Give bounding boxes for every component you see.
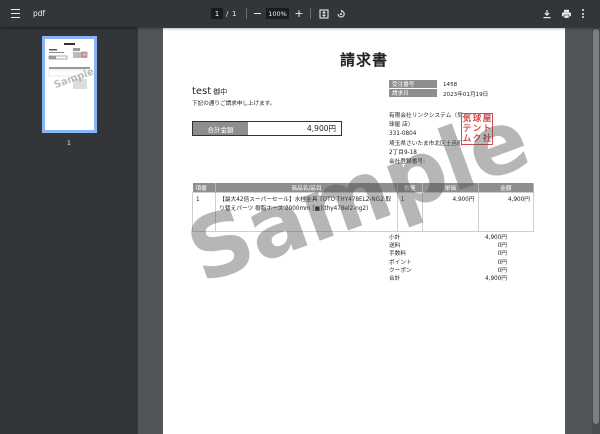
invoice-title: 請求書 bbox=[339, 51, 388, 69]
page-separator: / bbox=[226, 9, 229, 18]
summary-row: 合計 4,900円 bbox=[389, 275, 507, 283]
summary-label: 送料 bbox=[389, 243, 401, 250]
table-header-row: 項番 商品名/品目 数量 単価 金額 bbox=[192, 183, 534, 193]
company-name: 有限会社リンクシステム（気球屋 店） bbox=[389, 113, 463, 129]
thumbnail-page-number: 1 bbox=[66, 139, 72, 147]
summary-label: 小計 bbox=[389, 235, 401, 241]
page-thumbnail[interactable]: Sample bbox=[42, 36, 97, 133]
print-icon bbox=[561, 9, 571, 19]
header-amount: 金額 bbox=[478, 183, 534, 193]
rotate-button[interactable] bbox=[335, 0, 347, 27]
summary-row: 小計 4,900円 bbox=[389, 234, 507, 242]
row-unit-price: 4,900円 bbox=[422, 192, 479, 232]
meta-row: 受注番号 1458 bbox=[389, 80, 488, 89]
summary-value: 0円 bbox=[497, 267, 507, 274]
company-address: 埼玉県さいたま市北区土呂町2丁目9-18 bbox=[389, 140, 463, 156]
customer-name-text: test bbox=[192, 86, 212, 97]
fit-to-page-icon bbox=[319, 8, 329, 19]
meta-row: 請求日 2023年01月19日 bbox=[389, 89, 488, 98]
print-button[interactable] bbox=[560, 0, 572, 27]
page-number-input[interactable]: 1 bbox=[211, 8, 223, 19]
summary-label: 合計 bbox=[389, 276, 401, 283]
summary-row: 送料 0円 bbox=[389, 242, 507, 250]
company-info: 有限会社リンクシステム（気球屋 店） 331-0804 埼玉県さいたま市北区土呂… bbox=[389, 112, 465, 167]
company-seal-stamp: 気球屋 テント ムク社 bbox=[461, 113, 493, 145]
summary-value: 0円 bbox=[497, 243, 507, 250]
fit-page-button[interactable] bbox=[318, 0, 330, 27]
order-number-value: 1458 bbox=[443, 81, 458, 88]
page-total: 1 bbox=[232, 9, 237, 18]
rotate-icon bbox=[337, 9, 345, 18]
scrollbar-thumb[interactable] bbox=[593, 29, 599, 424]
total-amount-box: 合計金額 4,900円 bbox=[192, 121, 342, 136]
total-amount-label: 合計金額 bbox=[193, 122, 248, 135]
invoice-date-label: 請求日 bbox=[389, 89, 437, 97]
items-table: 項番 商品名/品目 数量 単価 金額 1 【最大42倍スーパーセール】水栓金具 … bbox=[191, 183, 534, 232]
summary-row: ポイント 0円 bbox=[389, 259, 507, 267]
summary-value: 4,900円 bbox=[485, 276, 507, 283]
header-quantity: 数量 bbox=[397, 183, 424, 193]
summary-label: クーポン bbox=[389, 267, 412, 274]
menu-icon[interactable] bbox=[8, 0, 22, 27]
toolbar-divider bbox=[310, 8, 311, 19]
pdf-page: 請求書 test 御中 下記の通りご請求申し上げます。 合計金額 4,900円 受… bbox=[163, 28, 565, 434]
company-registration: 会社登録番号: bbox=[389, 159, 426, 166]
summary-value: 4,900円 bbox=[485, 235, 507, 241]
billing-note: 下記の通りご請求申し上げます。 bbox=[192, 101, 276, 107]
order-number-label: 受注番号 bbox=[389, 80, 437, 88]
row-product-name: 【最大42倍スーパーセール】水栓金具 TOTO THY478EL2-NG2 取り… bbox=[215, 192, 398, 232]
zoom-out-button[interactable] bbox=[252, 0, 262, 27]
summary-value: 0円 bbox=[497, 251, 507, 258]
summary-block: 小計 4,900円 送料 0円 手数料 0円 ポイント 0円 クーポン 0円 合計 4,90… bbox=[389, 234, 507, 283]
vertical-scrollbar[interactable] bbox=[592, 27, 600, 434]
summary-value: 0円 bbox=[497, 259, 507, 266]
row-quantity: 1 bbox=[396, 192, 424, 232]
summary-row: 手数料 0円 bbox=[389, 250, 507, 258]
row-amount: 4,900円 bbox=[477, 192, 534, 232]
more-options-icon[interactable] bbox=[578, 0, 588, 27]
row-item-no: 1 bbox=[191, 192, 217, 232]
summary-label: 手数料 bbox=[389, 251, 407, 258]
download-icon bbox=[543, 9, 551, 18]
pdf-toolbar: pdf 1 / 1 100% + bbox=[0, 0, 600, 27]
customer-name: test 御中 bbox=[192, 86, 227, 97]
header-product-name: 商品名/品目 bbox=[215, 183, 398, 193]
document-viewer[interactable]: 請求書 test 御中 下記の通りご請求申し上げます。 合計金額 4,900円 受… bbox=[138, 27, 600, 434]
download-button[interactable] bbox=[541, 0, 553, 27]
header-unit-price: 単価 bbox=[422, 183, 479, 193]
minus-icon bbox=[253, 12, 261, 15]
zoom-input[interactable]: 100% bbox=[266, 8, 289, 19]
table-row: 1 【最大42倍スーパーセール】水栓金具 TOTO THY478EL2-NG2 … bbox=[191, 192, 534, 232]
document-title: pdf bbox=[33, 9, 46, 18]
summary-label: ポイント bbox=[389, 259, 412, 266]
total-amount-value: 4,900円 bbox=[307, 124, 336, 133]
thumbnail-sidebar: Sample 1 bbox=[0, 27, 138, 434]
customer-suffix: 御中 bbox=[213, 88, 228, 96]
header-item-no: 項番 bbox=[192, 183, 217, 193]
invoice-meta: 受注番号 1458 請求日 2023年01月19日 bbox=[389, 80, 488, 98]
summary-row: クーポン 0円 bbox=[389, 267, 507, 275]
zoom-in-button[interactable]: + bbox=[294, 0, 304, 27]
toolbar-divider bbox=[246, 8, 247, 19]
company-postal: 331-0804 bbox=[389, 131, 417, 138]
thumbnail-preview: Sample bbox=[48, 43, 96, 91]
invoice-date-value: 2023年01月19日 bbox=[443, 91, 489, 98]
